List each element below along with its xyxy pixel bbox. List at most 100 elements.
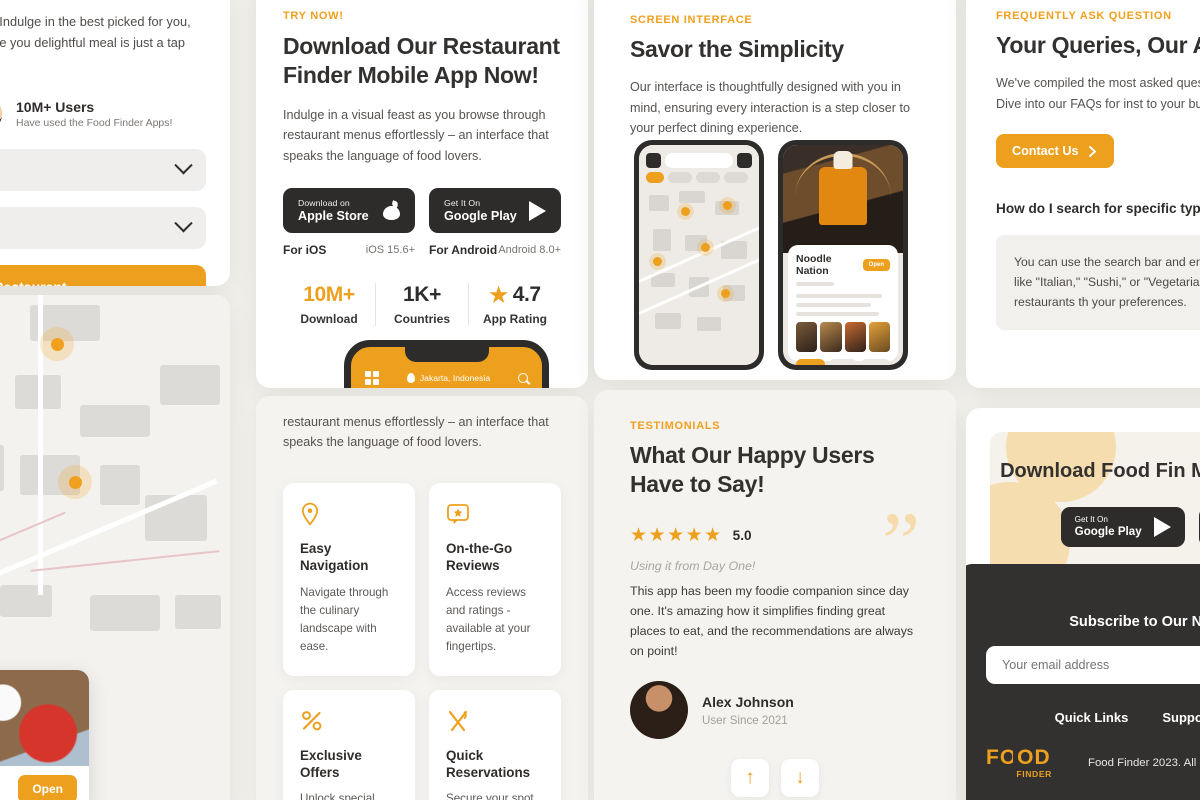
- copyright-text: Food Finder 2023. All: [1088, 757, 1197, 769]
- back-icon[interactable]: [646, 153, 661, 168]
- prev-testimonial-button[interactable]: ↑: [731, 759, 769, 798]
- chip-all[interactable]: [646, 172, 664, 183]
- qr-icon: [365, 371, 379, 385]
- screen-title: Savor the Simplicity: [630, 36, 844, 62]
- play-triangle-icon: [529, 200, 546, 221]
- testimonial-author-name: Alex Johnson: [702, 693, 794, 710]
- contact-us-label: Contact Us: [1012, 144, 1079, 159]
- feature-text: Navigate through the culinary landscape …: [300, 585, 389, 653]
- phone-restaurant-name: Noodle Nation: [796, 253, 832, 277]
- star-rating-icon: ★★★★★: [630, 524, 723, 546]
- footer-google-big: Google Play: [1074, 525, 1142, 539]
- faq-body: We've compiled the most asked quest comm…: [996, 76, 1200, 111]
- open-button[interactable]: Open: [18, 775, 77, 800]
- rating-row: ★★★★★ 5.0: [630, 526, 920, 545]
- chip[interactable]: [696, 172, 720, 183]
- page-canvas: Food Finder - Indulge in the best picked…: [0, 0, 1200, 800]
- tab-menu[interactable]: [796, 359, 825, 365]
- map-pin[interactable]: [681, 207, 690, 216]
- users-subtitle: Have used the Food Finder Apps!: [16, 116, 173, 129]
- newsletter-form: [986, 646, 1200, 684]
- footer-bottom-row: FOOD FINDER Food Finder 2023. All: [966, 725, 1200, 779]
- email-input[interactable]: [986, 646, 1200, 684]
- map-section-card[interactable]: n Sirih Barat I ss rta Open: [0, 295, 230, 800]
- location-select[interactable]: on: [0, 148, 206, 191]
- android-label: For Android: [429, 243, 498, 258]
- stat-rating-value: 4.7: [512, 283, 541, 307]
- map-pin[interactable]: [40, 327, 74, 361]
- restaurant-hero-photo: [783, 145, 903, 253]
- faq-section-card: FREQUENTLY ASK QUESTION Your Queries, Ou…: [966, 0, 1200, 388]
- map-pin[interactable]: [653, 257, 662, 266]
- category-select[interactable]: ory: [0, 206, 206, 249]
- play-triangle-icon: [1153, 516, 1171, 537]
- ios-version: iOS 15.6+: [365, 244, 415, 257]
- stat-download-value: 10M+: [303, 283, 355, 307]
- phone-open-badge: Open: [862, 259, 890, 271]
- review-star-bubble-icon: [446, 501, 544, 527]
- stat-countries-label: Countries: [393, 312, 450, 327]
- apple-store-button[interactable]: Download on Apple Store: [283, 188, 415, 234]
- hero-lead-rest: - Indulge in the best picked for you, no…: [0, 14, 191, 50]
- faq-answer: You can use the search bar and en keywor…: [996, 234, 1200, 331]
- testimonial-author-since: User Since 2021: [702, 713, 788, 727]
- apple-store-small: Download on: [298, 198, 350, 209]
- feature-card-on-the-go-reviews: On-the-Go Reviews Access reviews and rat…: [429, 482, 561, 676]
- feature-title: On-the-Go Reviews: [446, 540, 513, 574]
- phone-mockup-detail: Noodle Nation Open: [778, 140, 908, 370]
- fork-knife-icon: [446, 708, 544, 734]
- restaurant-photo: [0, 670, 89, 766]
- footer-link-support[interactable]: Support: [1162, 710, 1200, 725]
- faq-title: Your Queries, Our Ansv: [996, 32, 1200, 58]
- features-grid: Easy Navigation Navigate through the cul…: [283, 482, 561, 800]
- find-restaurant-button[interactable]: Find Restaurant: [0, 264, 206, 286]
- cta-title: Download Food Fin Mobile App Now: [1000, 460, 1200, 482]
- feature-card-quick-reservations: Quick Reservations Secure your spot with…: [429, 689, 561, 800]
- map-pin[interactable]: [701, 243, 710, 252]
- feature-card-exclusive-offers: Exclusive Offers Unlock special deals at…: [283, 689, 415, 800]
- map-pin[interactable]: [721, 289, 730, 298]
- faq-question: How do I search for specific typ of cuis…: [996, 201, 1200, 217]
- feature-text: Access reviews and ratings - available a…: [446, 585, 531, 653]
- chevron-right-icon: [1089, 145, 1097, 157]
- find-restaurant-label: Find Restaurant: [0, 279, 67, 286]
- testimonials-title: What Our Happy Users Have to Say!: [630, 442, 875, 498]
- phone-search-input[interactable]: [665, 153, 733, 168]
- google-play-small: Get It On: [444, 198, 481, 209]
- stat-countries: 1K+ Countries: [375, 283, 468, 327]
- phone-mockups: Noodle Nation Open: [634, 140, 908, 370]
- google-play-button[interactable]: Get It On Google Play: [429, 188, 561, 234]
- tab-reservation[interactable]: [828, 359, 858, 365]
- map-canvas[interactable]: n Sirih Barat I ss rta Open: [0, 295, 230, 800]
- cta-footer-section-card: Download Food Fin Mobile App Now Get It …: [966, 408, 1200, 800]
- chip[interactable]: [668, 172, 692, 183]
- testimonials-section-card: TESTIMONIALS What Our Happy Users Have t…: [594, 390, 956, 800]
- percent-icon: [300, 708, 398, 734]
- feature-title: Quick Reservations: [446, 747, 531, 780]
- footer-links-row: Quick Links Support Fe: [966, 710, 1200, 725]
- contact-us-button[interactable]: Contact Us: [996, 134, 1115, 169]
- map-pin[interactable]: [58, 465, 92, 499]
- store-buttons-row: Download on Apple Store Get It On Google…: [283, 188, 561, 234]
- faq-item[interactable]: How do I search for specific typ of cuis…: [996, 200, 1200, 331]
- tab-reviews[interactable]: [861, 359, 891, 365]
- chevron-down-icon: [174, 214, 193, 233]
- map-pin[interactable]: [723, 201, 732, 210]
- stat-countries-value: 1K+: [403, 283, 441, 307]
- chevron-down-icon: [174, 156, 193, 175]
- search-icon[interactable]: [737, 153, 752, 168]
- footer-link-quick-links[interactable]: Quick Links: [1055, 710, 1129, 725]
- apple-store-big: Apple Store: [298, 209, 369, 224]
- google-play-big: Google Play: [444, 209, 517, 224]
- features-intro-tail: restaurant menus effortlessly – an inter…: [283, 415, 549, 450]
- quote-mark-icon: ”: [881, 494, 920, 590]
- logo-top-text: FOOD: [986, 746, 1051, 769]
- chip[interactable]: [724, 172, 748, 183]
- footer-google-play-button[interactable]: Get It On Google Play: [1060, 506, 1185, 547]
- stat-rating: ★ 4.7 App Rating: [468, 283, 561, 327]
- android-version: Android 8.0+: [498, 244, 561, 257]
- next-testimonial-button[interactable]: ↓: [781, 759, 819, 798]
- phone-mockup-map: [634, 140, 764, 370]
- restaurant-preview-card[interactable]: ss rta Open: [0, 670, 89, 800]
- download-title: Download Our Restaurant Finder Mobile Ap…: [283, 33, 560, 89]
